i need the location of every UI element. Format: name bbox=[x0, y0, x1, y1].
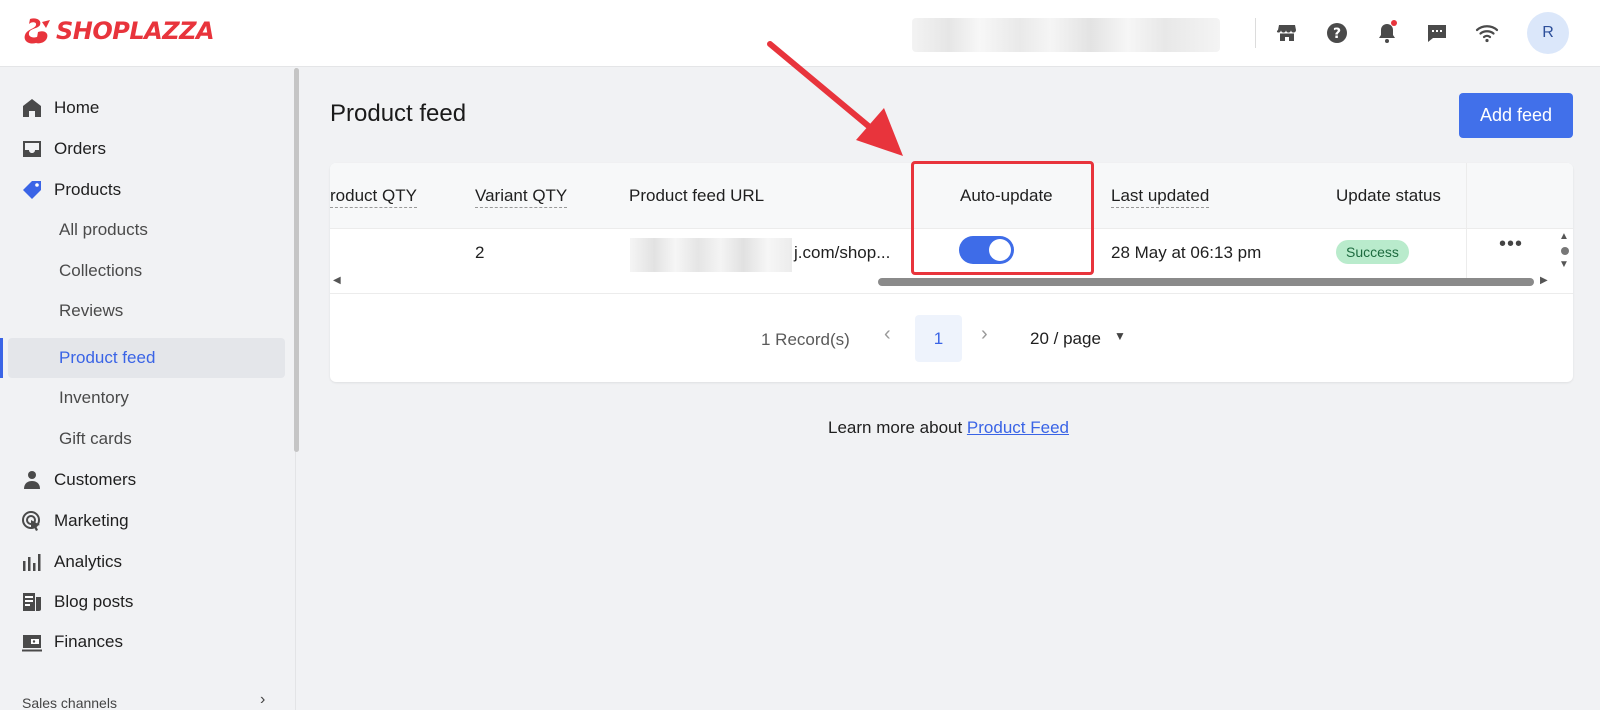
sidebar-item-inventory[interactable]: Inventory bbox=[0, 378, 285, 418]
chat-icon[interactable] bbox=[1424, 20, 1450, 46]
sidebar-item-products[interactable]: Products bbox=[0, 170, 285, 210]
shoplazza-logo[interactable]: SHOPLAZZA bbox=[22, 16, 215, 46]
page-number-button[interactable]: 1 bbox=[915, 315, 962, 362]
help-icon[interactable]: ? bbox=[1324, 20, 1350, 46]
chevron-right-icon[interactable]: › bbox=[260, 691, 265, 709]
wifi-icon[interactable] bbox=[1474, 20, 1500, 46]
store-icon[interactable] bbox=[1274, 20, 1300, 46]
scroll-right-icon[interactable]: ▶ bbox=[1540, 275, 1548, 286]
tag-icon bbox=[23, 181, 41, 199]
sidebar-item-customers[interactable]: Customers bbox=[0, 460, 285, 500]
svg-text:?: ? bbox=[1333, 26, 1341, 42]
product-feed-help-link[interactable]: Product Feed bbox=[967, 418, 1069, 437]
sidebar-item-label: Marketing bbox=[54, 511, 129, 530]
sidebar-item-label: Products bbox=[54, 180, 122, 199]
page-size-select[interactable]: 20 / page bbox=[1030, 329, 1101, 349]
sidebar-item-label: Orders bbox=[54, 139, 106, 158]
more-actions-icon[interactable]: ••• bbox=[1499, 233, 1523, 256]
column-header-update-status: Update status bbox=[1336, 186, 1441, 205]
sidebar-item-collections[interactable]: Collections bbox=[0, 251, 285, 291]
pagination-divider bbox=[330, 293, 1573, 294]
home-icon bbox=[23, 99, 41, 117]
wallet-icon bbox=[22, 635, 42, 652]
store-name-blurred[interactable] bbox=[912, 18, 1220, 52]
annotation-highlight-box bbox=[911, 161, 1094, 275]
sidebar-item-label: Home bbox=[54, 98, 100, 117]
sidebar-item-all-products[interactable]: All products bbox=[0, 210, 285, 250]
learn-more-prefix: Learn more about bbox=[828, 418, 967, 437]
brand-name: SHOPLAZZA bbox=[56, 17, 215, 45]
scroll-left-icon[interactable]: ◀ bbox=[333, 275, 341, 286]
annotation-arrow-icon bbox=[767, 41, 903, 156]
chevron-right-icon[interactable]: › bbox=[981, 323, 988, 346]
sidebar-item-label: All products bbox=[59, 220, 148, 239]
blog-icon bbox=[23, 593, 41, 611]
sidebar-item-label: Collections bbox=[59, 261, 143, 280]
notification-dot bbox=[1391, 20, 1397, 26]
feed-url-cell[interactable]: j.com/shop... bbox=[794, 243, 890, 263]
sidebar-scrollbar[interactable] bbox=[294, 68, 299, 452]
sidebar-item-analytics[interactable]: Analytics bbox=[0, 542, 285, 582]
sidebar-item-label: Analytics bbox=[54, 552, 123, 571]
sidebar-item-label: Customers bbox=[54, 470, 137, 489]
learn-more-text: Learn more about Product Feed bbox=[828, 418, 1069, 438]
scroll-down-icon[interactable]: ▼ bbox=[1559, 259, 1569, 270]
sidebar-item-home[interactable]: Home bbox=[0, 88, 285, 128]
column-header-last-updated[interactable]: Last updated bbox=[1111, 186, 1210, 208]
person-icon bbox=[24, 471, 40, 489]
sidebar-item-marketing[interactable]: Marketing bbox=[0, 501, 285, 541]
sidebar-item-label: Reviews bbox=[59, 301, 124, 320]
feed-url-blurred bbox=[630, 238, 792, 272]
user-avatar[interactable]: R bbox=[1527, 12, 1569, 54]
logo-mark-icon bbox=[24, 18, 50, 44]
sidebar-item-label: Inventory bbox=[59, 388, 129, 407]
sidebar-item-label: Finances bbox=[54, 632, 123, 651]
topbar-divider bbox=[1255, 18, 1256, 48]
vertical-scrollbar-thumb[interactable] bbox=[1561, 247, 1569, 255]
bell-icon[interactable] bbox=[1374, 20, 1400, 46]
add-feed-button[interactable]: Add feed bbox=[1459, 93, 1573, 138]
scroll-up-icon[interactable]: ▲ bbox=[1559, 231, 1569, 242]
sales-channels-heading[interactable]: Sales channels bbox=[22, 695, 117, 710]
sidebar-item-label: Product feed bbox=[59, 348, 156, 367]
record-count: 1 Record(s) bbox=[761, 330, 850, 349]
last-updated-cell: 28 May at 06:13 pm bbox=[1111, 243, 1262, 262]
column-header-product-qty[interactable]: roduct QTY bbox=[330, 186, 417, 208]
inbox-icon bbox=[23, 141, 41, 157]
status-badge: Success bbox=[1336, 240, 1409, 264]
page-title: Product feed bbox=[330, 100, 467, 127]
sidebar-item-reviews[interactable]: Reviews bbox=[0, 291, 285, 331]
sidebar-item-label: Blog posts bbox=[54, 592, 134, 611]
bar-chart-icon bbox=[23, 554, 41, 571]
column-header-variant-qty[interactable]: Variant QTY bbox=[475, 186, 568, 208]
sidebar-item-gift-cards[interactable]: Gift cards bbox=[0, 419, 285, 459]
variant-qty-cell: 2 bbox=[475, 243, 485, 262]
caret-down-icon[interactable]: ▼ bbox=[1114, 329, 1126, 343]
sidebar-item-product-feed[interactable]: Product feed bbox=[8, 338, 285, 378]
column-header-feed-url: Product feed URL bbox=[629, 186, 765, 205]
sidebar-item-finances[interactable]: Finances bbox=[0, 622, 285, 662]
chevron-left-icon[interactable]: ‹ bbox=[884, 323, 891, 346]
horizontal-scrollbar-thumb[interactable] bbox=[878, 278, 1534, 286]
sidebar-item-orders[interactable]: Orders bbox=[0, 129, 285, 169]
sidebar-item-label: Gift cards bbox=[59, 429, 132, 448]
active-indicator bbox=[0, 338, 3, 378]
sidebar-item-blog-posts[interactable]: Blog posts bbox=[0, 582, 285, 622]
target-icon bbox=[22, 511, 40, 531]
